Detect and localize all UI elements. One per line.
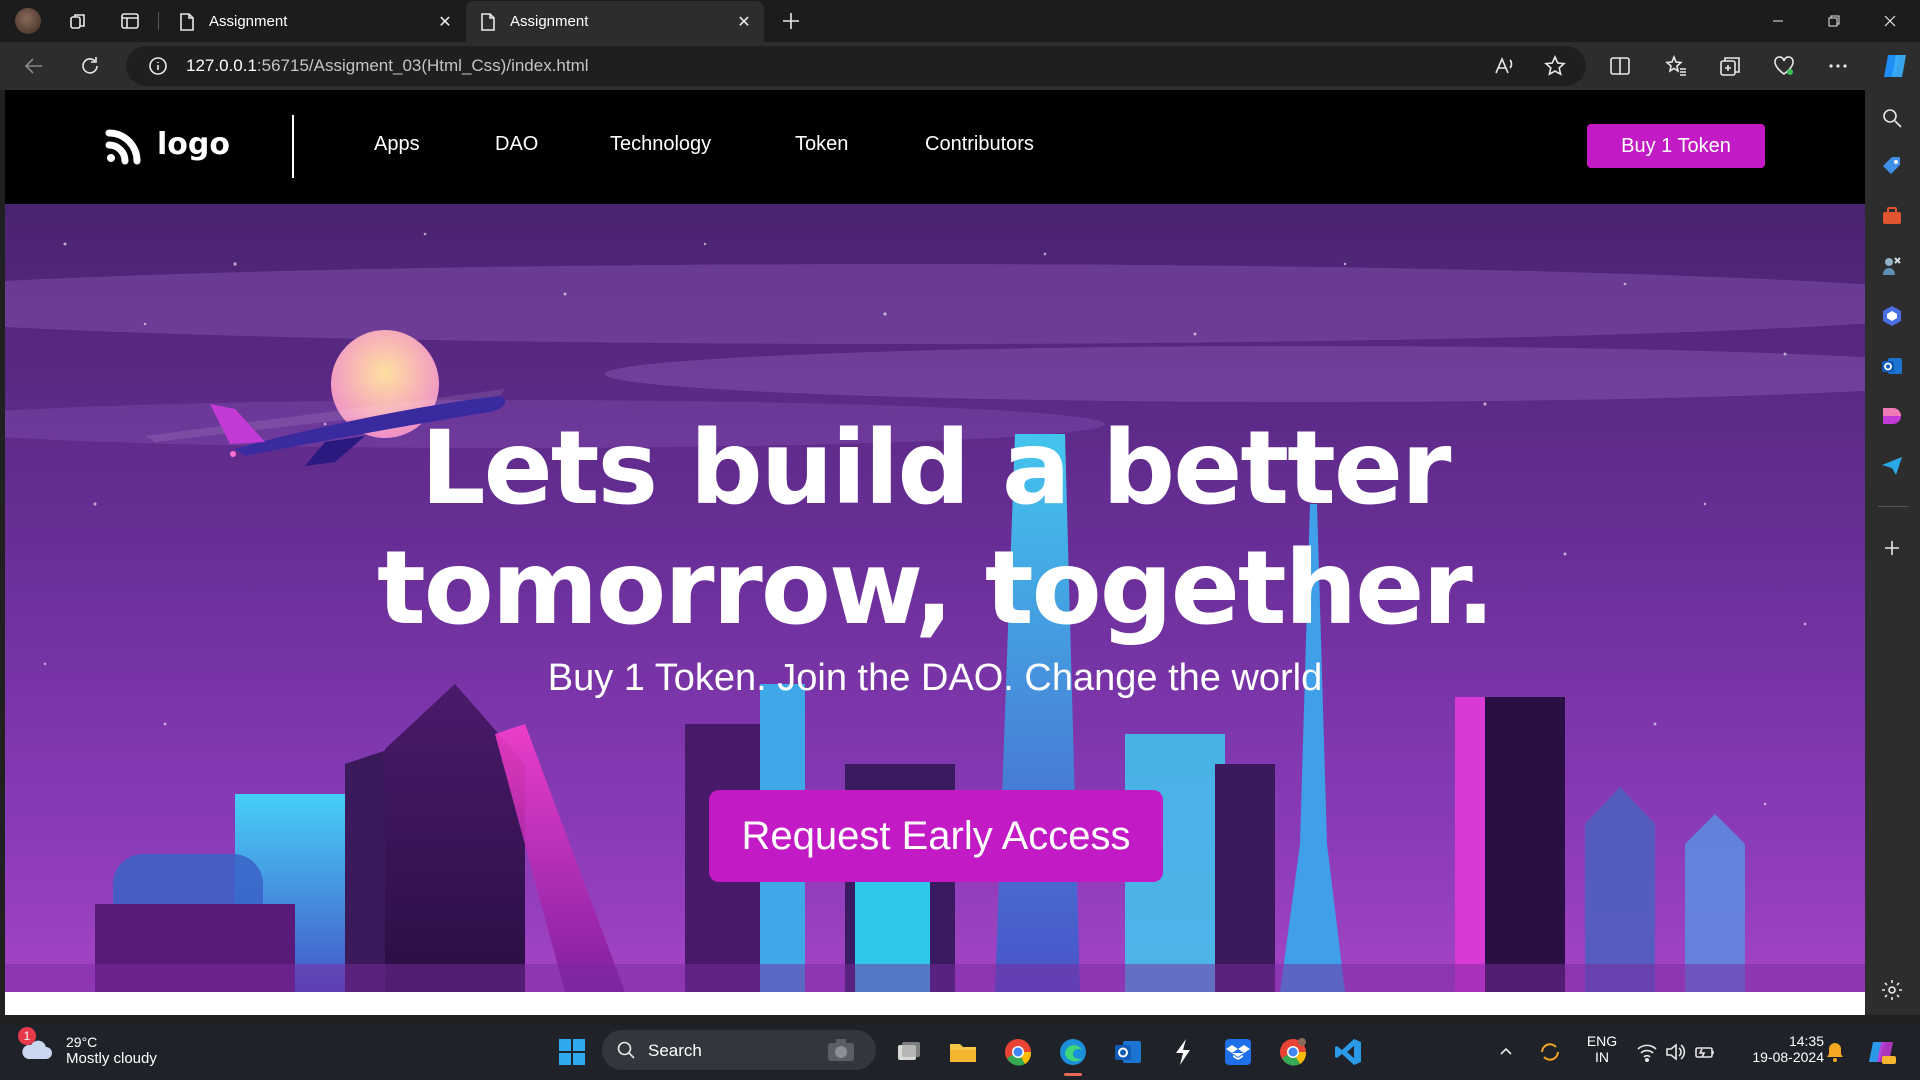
reload-icon[interactable]: [76, 52, 104, 80]
search-icon[interactable]: [1880, 106, 1904, 130]
page-icon: [179, 12, 195, 31]
camera-icon: [826, 1037, 856, 1067]
browser-toolbar: 127.0.0.1:56715/Assigment_03(Html_Css)/i…: [0, 42, 1920, 90]
restore-button[interactable]: [1806, 0, 1862, 42]
tab-title: Assignment: [510, 13, 589, 30]
tab-assignment-2[interactable]: Assignment ✕: [466, 1, 764, 42]
copilot-taskbar-icon[interactable]: [1862, 1035, 1902, 1069]
nav-link-contributors[interactable]: Contributors: [925, 133, 1034, 156]
wifi-icon[interactable]: [1634, 1035, 1660, 1069]
site-navbar: logo Apps DAO Technology Token Contribut…: [5, 90, 1865, 204]
region-code: IN: [1595, 1049, 1609, 1065]
app-lightning-icon[interactable]: [1166, 1035, 1200, 1069]
weather-condition: Mostly cloudy: [66, 1049, 157, 1067]
clock[interactable]: 14:35 19-08-2024: [1730, 1033, 1824, 1065]
copilot-icon[interactable]: [1878, 52, 1912, 80]
read-aloud-icon[interactable]: [1494, 56, 1516, 80]
request-early-access-button[interactable]: Request Early Access: [709, 790, 1163, 882]
workspaces-icon[interactable]: [62, 6, 94, 36]
edge-icon[interactable]: [1056, 1035, 1090, 1069]
close-tab-icon[interactable]: ✕: [431, 8, 459, 36]
browser-tab-bar: Assignment ✕ Assignment ✕: [0, 0, 1920, 42]
nav-link-token[interactable]: Token: [795, 133, 848, 156]
tab-title: Assignment: [209, 13, 288, 30]
notification-bell-icon[interactable]: [1820, 1035, 1850, 1069]
address-bar[interactable]: 127.0.0.1:56715/Assigment_03(Html_Css)/i…: [126, 46, 1586, 86]
profile-avatar[interactable]: [12, 6, 44, 36]
more-options-icon[interactable]: [1824, 52, 1852, 80]
back-arrow-icon[interactable]: [20, 52, 48, 80]
sync-icon[interactable]: [1536, 1035, 1564, 1069]
shopping-tag-icon[interactable]: [1880, 154, 1904, 178]
tab-separator: [158, 12, 159, 30]
tab-assignment-1[interactable]: Assignment ✕: [165, 1, 465, 42]
games-icon[interactable]: [1880, 254, 1904, 278]
microsoft-365-icon[interactable]: [1880, 304, 1904, 328]
favorite-star-icon[interactable]: [1544, 55, 1566, 81]
task-view-icon[interactable]: [892, 1035, 926, 1069]
dropbox-icon[interactable]: [1221, 1035, 1255, 1069]
nav-link-technology[interactable]: Technology: [610, 133, 711, 156]
edge-sidebar: [1865, 90, 1920, 1015]
buy-token-button[interactable]: Buy 1 Token: [1587, 124, 1765, 168]
hero-headline: Lets build a better tomorrow, together.: [5, 409, 1865, 649]
search-icon: [616, 1040, 636, 1064]
search-label: Search: [648, 1041, 702, 1060]
nav-link-dao[interactable]: DAO: [495, 133, 538, 156]
add-plus-icon[interactable]: [1880, 536, 1904, 560]
weather-widget[interactable]: 1 29°C Mostly cloudy: [18, 1027, 157, 1067]
language-indicator[interactable]: ENG IN: [1580, 1033, 1624, 1065]
cloud-icon: 1: [18, 1027, 54, 1067]
tools-icon[interactable]: [1880, 204, 1904, 228]
show-hidden-icons-chevron[interactable]: [1494, 1035, 1518, 1069]
windows-start-icon[interactable]: [555, 1035, 589, 1069]
weather-alert-badge: 1: [18, 1027, 36, 1045]
language-code: ENG: [1586, 1033, 1618, 1049]
settings-gear-icon[interactable]: [1880, 978, 1904, 1002]
taskbar-search-box[interactable]: Search: [602, 1030, 876, 1070]
chrome-icon[interactable]: [1001, 1035, 1035, 1069]
favorites-icon[interactable]: [1662, 52, 1690, 80]
clock-date: 19-08-2024: [1752, 1049, 1824, 1065]
headline-line-2: tomorrow, together.: [377, 529, 1495, 648]
headline-line-1: Lets build a better: [420, 409, 1452, 528]
vscode-icon[interactable]: [1331, 1035, 1365, 1069]
site-info-icon[interactable]: [148, 56, 168, 80]
minimize-button[interactable]: [1750, 0, 1806, 42]
split-screen-icon[interactable]: [1606, 52, 1634, 80]
tab-actions-icon[interactable]: [114, 6, 146, 36]
active-app-indicator: [1064, 1073, 1082, 1076]
clock-time: 14:35: [1788, 1033, 1824, 1049]
windows-taskbar: 1 29°C Mostly cloudy Search ENG IN 14:35…: [0, 1025, 1920, 1080]
nav-divider: [292, 115, 294, 178]
weather-temperature: 29°C: [66, 1033, 98, 1050]
file-explorer-icon[interactable]: [946, 1035, 980, 1069]
volume-icon[interactable]: [1662, 1035, 1688, 1069]
site-logo[interactable]: logo: [105, 123, 230, 165]
hero-section: Lets build a better tomorrow, together. …: [5, 204, 1865, 992]
battery-icon[interactable]: [1692, 1035, 1718, 1069]
close-tab-icon[interactable]: ✕: [730, 8, 758, 36]
designer-icon[interactable]: [1880, 404, 1904, 428]
logo-text: logo: [157, 126, 230, 162]
page-icon: [480, 12, 496, 31]
url-text: 127.0.0.1:56715/Assigment_03(Html_Css)/i…: [186, 56, 589, 75]
outlook-icon[interactable]: [1111, 1035, 1145, 1069]
page-viewport: logo Apps DAO Technology Token Contribut…: [5, 90, 1865, 1015]
outlook-icon[interactable]: [1880, 354, 1904, 378]
close-window-button[interactable]: [1862, 0, 1918, 42]
browser-essentials-icon[interactable]: [1770, 52, 1798, 80]
sidebar-divider: [1878, 506, 1908, 507]
nav-link-apps[interactable]: Apps: [374, 133, 420, 156]
chrome-profile-icon[interactable]: [1276, 1035, 1310, 1069]
new-tab-button[interactable]: [776, 6, 806, 36]
send-icon[interactable]: [1880, 454, 1904, 478]
collections-icon[interactable]: [1716, 52, 1744, 80]
hero-subheadline: Buy 1 Token. Join the DAO. Change the wo…: [547, 657, 1323, 699]
rss-logo-icon: [105, 129, 141, 165]
